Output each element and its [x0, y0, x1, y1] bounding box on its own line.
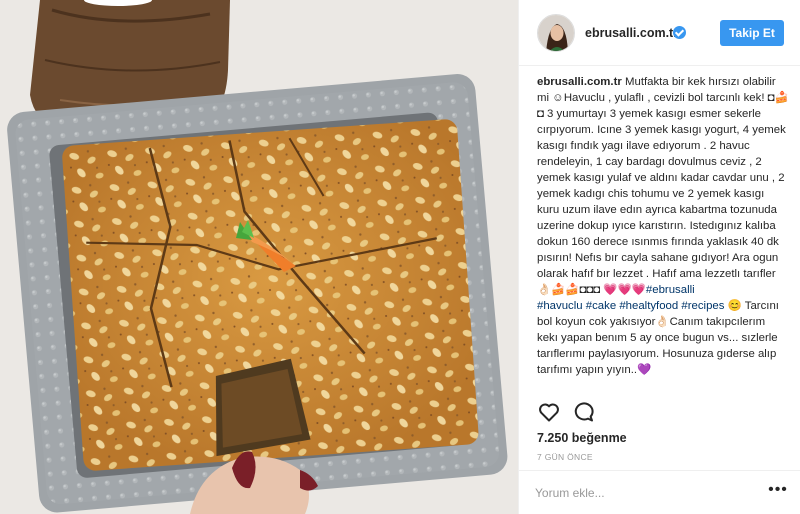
comment-input[interactable] — [535, 483, 755, 503]
caption-username-link[interactable]: ebrusalli.com.tr — [537, 76, 622, 88]
username-link[interactable]: ebrusalli.com.tr — [585, 26, 678, 40]
comment-bar: ••• — [519, 470, 800, 514]
post-sidebar: ebrusalli.com.tr Takip Et ebrusalli.com.… — [518, 0, 800, 514]
profile-photo — [538, 15, 574, 51]
action-bar — [537, 400, 789, 426]
follow-button[interactable]: Takip Et — [720, 20, 784, 46]
post-caption: ebrusalli.com.tr Mutfakta bir kek hırsız… — [537, 74, 789, 386]
hashtag-link[interactable]: #ebrusalli — [646, 284, 695, 296]
heart-icon[interactable] — [537, 400, 561, 424]
post-timestamp[interactable]: 7 GÜN ÖNCE — [537, 452, 593, 462]
likes-count[interactable]: 7.250 beğenme — [537, 431, 627, 445]
more-options-icon[interactable]: ••• — [767, 482, 789, 503]
cake-photo-image — [0, 0, 518, 514]
caption-text: Mutfakta bir kek hırsızı olabilir mi ☺Ha… — [537, 76, 789, 296]
hashtag-links[interactable]: #havuclu #cake #healtyfood #recipes — [537, 300, 724, 312]
avatar[interactable] — [537, 14, 575, 52]
speech-bubble-icon[interactable] — [571, 400, 595, 424]
caption-fade — [537, 380, 789, 392]
post-header: ebrusalli.com.tr Takip Et — [519, 0, 800, 66]
verified-badge-icon — [673, 26, 686, 39]
post-photo[interactable] — [0, 0, 518, 514]
